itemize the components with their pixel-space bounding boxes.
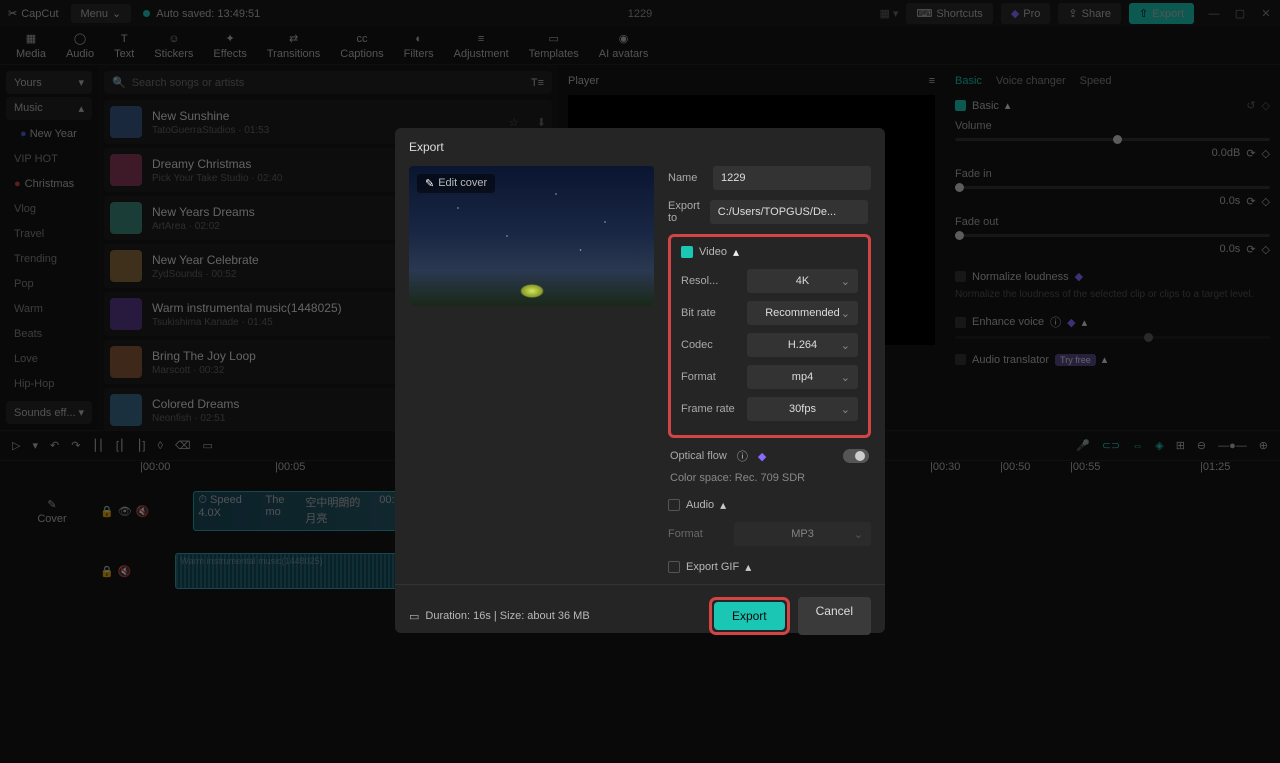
setting-select[interactable]: 30fps — [747, 397, 858, 421]
edit-cover-button[interactable]: ✎ Edit cover — [417, 174, 495, 193]
export-confirm-button[interactable]: Export — [714, 602, 785, 630]
export-to-input[interactable] — [710, 200, 868, 224]
name-input[interactable] — [713, 166, 871, 190]
export-info: Duration: 16s | Size: about 36 MB — [425, 610, 589, 622]
setting-select[interactable]: 4K — [747, 269, 858, 293]
color-space-label: Color space: Rec. 709 SDR — [668, 472, 871, 484]
export-to-label: Export to — [668, 200, 700, 224]
video-setting-row: Format mp4 — [681, 365, 858, 389]
cancel-button[interactable]: Cancel — [798, 597, 871, 635]
export-dialog: Export ✎ Edit cover Name Export to 📁 Vid… — [395, 128, 885, 633]
setting-select[interactable]: mp4 — [747, 365, 858, 389]
audio-format-select[interactable]: MP3 — [734, 522, 871, 546]
video-settings-box: Video ▴ Resol...4KBit rateRecommendedCod… — [668, 234, 871, 438]
video-checkbox[interactable] — [681, 246, 693, 258]
setting-label: Frame rate — [681, 403, 737, 415]
setting-label: Codec — [681, 339, 737, 351]
video-setting-row: Resol... 4K — [681, 269, 858, 293]
video-setting-row: Frame rate 30fps — [681, 397, 858, 421]
name-label: Name — [668, 172, 703, 184]
audio-format-label: Format — [668, 528, 724, 540]
export-dialog-title: Export — [395, 128, 885, 166]
info-icon: ▭ — [409, 610, 419, 623]
setting-label: Resol... — [681, 275, 737, 287]
export-cover-preview: ✎ Edit cover — [409, 166, 654, 306]
setting-label: Bit rate — [681, 307, 737, 319]
setting-label: Format — [681, 371, 737, 383]
setting-select[interactable]: Recommended — [747, 301, 858, 325]
optical-flow-label: Optical flow — [670, 450, 727, 462]
video-setting-row: Codec H.264 — [681, 333, 858, 357]
export-confirm-highlight: Export — [709, 597, 790, 635]
audio-checkbox[interactable] — [668, 499, 680, 511]
optical-flow-toggle[interactable] — [843, 449, 869, 463]
gif-checkbox[interactable] — [668, 561, 680, 573]
video-setting-row: Bit rate Recommended — [681, 301, 858, 325]
setting-select[interactable]: H.264 — [747, 333, 858, 357]
